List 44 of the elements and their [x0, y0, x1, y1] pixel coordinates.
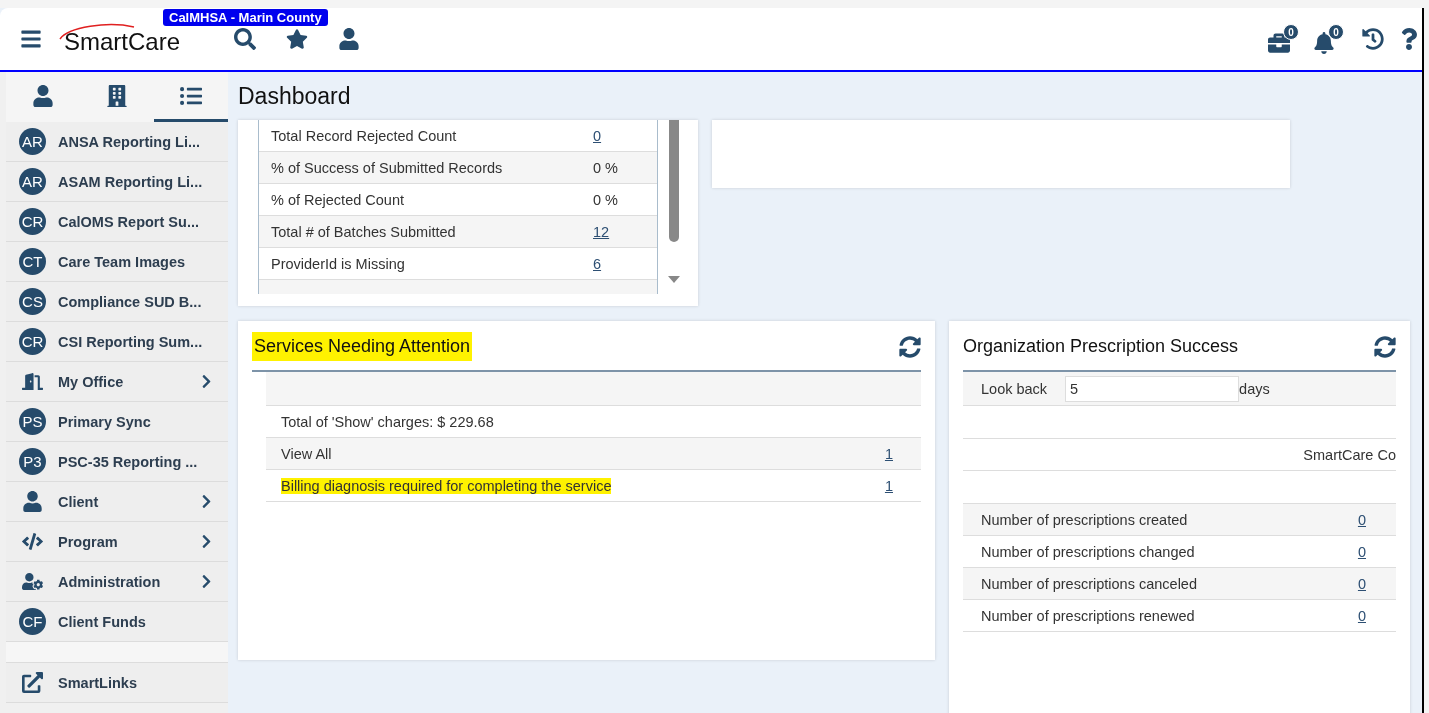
count-badge: 0 — [1328, 24, 1344, 40]
table-cell-text: % of Success of Submitted Records — [271, 159, 504, 176]
table-cell-text: Number of prescriptions created — [981, 511, 1189, 528]
count-link[interactable]: 0 — [1357, 575, 1366, 592]
initials-avatar: P3 — [19, 448, 46, 475]
initials-avatar: CT — [19, 248, 46, 275]
table-cell: Billing diagnosis required for completing the service — [281, 477, 612, 494]
field-label: Look back — [981, 380, 1048, 397]
widget-title: Organization Prescription Success — [963, 335, 1239, 358]
count-link[interactable]: 0 — [1357, 543, 1366, 560]
table-cell-text: Number of prescriptions changed — [981, 543, 1196, 560]
count-link[interactable]: 1 — [884, 477, 893, 494]
table-cell: 0 % — [593, 159, 618, 176]
unit-label: days — [1239, 380, 1270, 397]
initials-avatar: CF — [19, 608, 46, 635]
table-cell: 0 % — [593, 191, 618, 208]
count-badge: 0 — [1283, 24, 1299, 40]
table-cell-text: Total Record Rejected Count — [271, 127, 458, 144]
count-link[interactable]: 1 — [884, 445, 893, 462]
count-link[interactable]: 0 — [1357, 607, 1366, 624]
count-link[interactable]: 12 — [593, 223, 610, 240]
initials-avatar: AR — [19, 168, 46, 195]
look-back-field[interactable]: 5 — [1065, 375, 1240, 402]
initials-avatar: CR — [19, 328, 46, 355]
initials-avatar: CR — [19, 208, 46, 235]
organization-badge: CalMHSA - Marin County — [163, 9, 328, 26]
count-link[interactable]: 6 — [593, 255, 602, 272]
page-title: Dashboard — [238, 81, 352, 111]
briefcase-button[interactable]: 0 — [1268, 24, 1299, 54]
table-cell: View All — [281, 445, 332, 462]
table-cell-text: % of Rejected Count — [271, 191, 405, 208]
table-cell-text: ProviderId is Missing — [271, 255, 406, 272]
widget-title: Services Needing Attention — [252, 332, 473, 361]
count-link[interactable]: 0 — [1357, 511, 1366, 528]
notifications-button[interactable]: 0 — [1313, 24, 1344, 54]
table-cell: Total of 'Show' charges: $ 229.68 — [281, 413, 494, 430]
count-link[interactable]: 0 — [593, 127, 602, 144]
initials-avatar: PS — [19, 408, 46, 435]
initials-avatar: CS — [19, 288, 46, 315]
column-header: SmartCare Co — [1303, 446, 1396, 463]
table-cell-text: Number of prescriptions canceled — [981, 575, 1198, 592]
table-cell-text: Total # of Batches Submitted — [271, 223, 457, 240]
initials-avatar: AR — [19, 128, 46, 155]
table-cell-text: Number of prescriptions renewed — [981, 607, 1196, 624]
